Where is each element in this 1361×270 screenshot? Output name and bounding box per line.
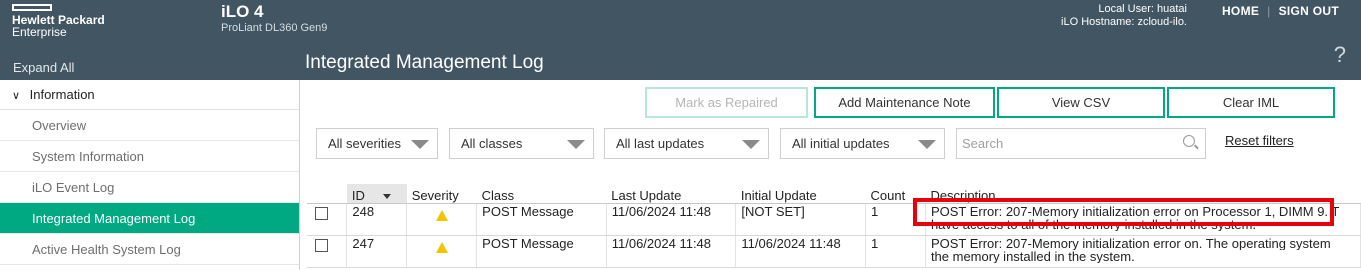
chevron-down-icon: ∨: [12, 90, 21, 102]
reset-filters-link[interactable]: Reset filters: [1225, 133, 1294, 148]
column-header-initial-update[interactable]: Initial Update: [735, 184, 866, 204]
column-header-id-label: ID: [351, 187, 365, 203]
cell-class: POST Message: [476, 203, 607, 236]
sidebar-item-system-information[interactable]: System Information: [0, 141, 299, 172]
cell-initial-update: [NOT SET]: [735, 203, 867, 236]
local-user-label: Local User: huatai: [1098, 3, 1187, 15]
row-checkbox[interactable]: [315, 206, 328, 220]
last-update-filter-value: All last updates: [616, 136, 705, 151]
severity-filter[interactable]: All severities: [316, 128, 438, 159]
column-header-count[interactable]: Count: [865, 184, 926, 204]
add-maintenance-note-button[interactable]: Add Maintenance Note: [814, 87, 995, 118]
table-row[interactable]: 248 POST Message 11/06/2024 11:48 [NOT S…: [307, 203, 1361, 236]
description-line1: POST Error: 207-Memory initialization er…: [930, 236, 1331, 250]
sidebar-item-integrated-management-log[interactable]: Integrated Management Log: [0, 203, 299, 234]
mark-as-repaired-button[interactable]: Mark as Repaired: [645, 87, 808, 118]
class-filter[interactable]: All classes: [449, 128, 594, 159]
table-row[interactable]: 247 POST Message 11/06/2024 11:48 11/06/…: [307, 235, 1361, 268]
sidebar-section-label: Information: [29, 87, 95, 102]
column-header-description[interactable]: Description: [925, 184, 1361, 204]
class-filter-value: All classes: [461, 136, 523, 151]
cell-initial-update: 11/06/2024 11:48: [735, 235, 867, 268]
cell-id: 247: [346, 235, 408, 268]
row-checkbox[interactable]: [315, 238, 328, 252]
link-separator: |: [1267, 4, 1271, 18]
description-line2: have access to all of the memory install…: [930, 217, 1257, 231]
column-header-last-update[interactable]: Last Update: [606, 184, 736, 204]
hpe-logo-icon: [12, 4, 52, 11]
search-area: Search: [956, 128, 1361, 159]
product-info: iLO 4 ProLiant DL360 Gen9: [221, 3, 327, 35]
cell-count: 1: [865, 203, 926, 236]
warning-icon: [435, 209, 448, 221]
hpe-logo[interactable]: Hewlett Packard Enterprise: [12, 4, 122, 38]
sub-header: [0, 44, 1361, 80]
cell-class: POST Message: [476, 235, 607, 268]
cell-description: POST Error: 207-Memory initialization er…: [925, 235, 1361, 268]
top-links: HOME | SIGN OUT: [1222, 4, 1339, 18]
description-line2: the memory installed in the system.: [930, 249, 1135, 263]
last-update-filter[interactable]: All last updates: [604, 128, 769, 159]
sidebar-item-ilo-event-log[interactable]: iLO Event Log: [0, 172, 299, 203]
top-header: Hewlett Packard Enterprise iLO 4 ProLian…: [0, 0, 1361, 44]
search-input[interactable]: Search: [956, 128, 1206, 159]
table-header-row: ID Severity Class Last Update Initial Up…: [307, 184, 1361, 204]
cell-severity: [406, 235, 478, 268]
sign-out-link[interactable]: SIGN OUT: [1279, 4, 1339, 18]
select-column-header: [307, 184, 347, 204]
help-icon[interactable]: ?: [1334, 42, 1346, 68]
row-select-cell: [307, 235, 348, 268]
column-header-id[interactable]: ID: [346, 184, 407, 204]
sidebar-item-overview[interactable]: Overview: [0, 110, 299, 141]
row-select-cell: [307, 203, 348, 236]
cell-id: 248: [346, 203, 408, 236]
sidebar-item-active-health-system-log[interactable]: Active Health System Log: [0, 234, 299, 265]
dropdown-caret-icon: [918, 140, 936, 149]
cell-last-update: 11/06/2024 11:48: [606, 235, 737, 268]
description-line1: POST Error: 207-Memory initialization er…: [930, 204, 1340, 218]
initial-update-filter[interactable]: All initial updates: [780, 128, 945, 159]
cell-last-update: 11/06/2024 11:48: [606, 203, 737, 236]
cell-description: POST Error: 207-Memory initialization er…: [925, 203, 1361, 236]
expand-all-link[interactable]: Expand All: [13, 60, 74, 75]
page-title: Integrated Management Log: [305, 52, 544, 73]
search-icon[interactable]: [1183, 135, 1195, 147]
home-link[interactable]: HOME: [1222, 4, 1259, 18]
severity-filter-value: All severities: [328, 136, 401, 151]
cell-count: 1: [865, 235, 926, 268]
initial-update-filter-value: All initial updates: [792, 136, 890, 151]
brand-name-line2: Enterprise: [12, 25, 67, 39]
main-content: Mark as Repaired Add Maintenance Note Vi…: [301, 80, 1361, 270]
sidebar-section-information[interactable]: ∨ Information: [0, 80, 299, 110]
warning-icon: [435, 241, 448, 253]
column-header-class[interactable]: Class: [476, 184, 607, 204]
clear-iml-button[interactable]: Clear IML: [1167, 87, 1335, 118]
sort-descending-icon: [382, 193, 391, 199]
dropdown-caret-icon: [742, 140, 760, 149]
product-name: iLO 4: [221, 2, 264, 21]
product-model: ProLiant DL360 Gen9: [221, 22, 328, 34]
column-header-severity[interactable]: Severity: [406, 184, 477, 204]
dropdown-caret-icon: [567, 140, 585, 149]
view-csv-button[interactable]: View CSV: [997, 87, 1165, 118]
hostname-label: iLO Hostname: zcloud-ilo.: [1061, 16, 1187, 28]
iml-table: ID Severity Class Last Update Initial Up…: [307, 184, 1361, 268]
dropdown-caret-icon: [411, 140, 429, 149]
user-info: Local User: huatai iLO Hostname: zcloud-…: [1061, 3, 1187, 29]
sidebar: ∨ Information Overview System Informatio…: [0, 80, 300, 270]
cell-severity: [406, 203, 478, 236]
